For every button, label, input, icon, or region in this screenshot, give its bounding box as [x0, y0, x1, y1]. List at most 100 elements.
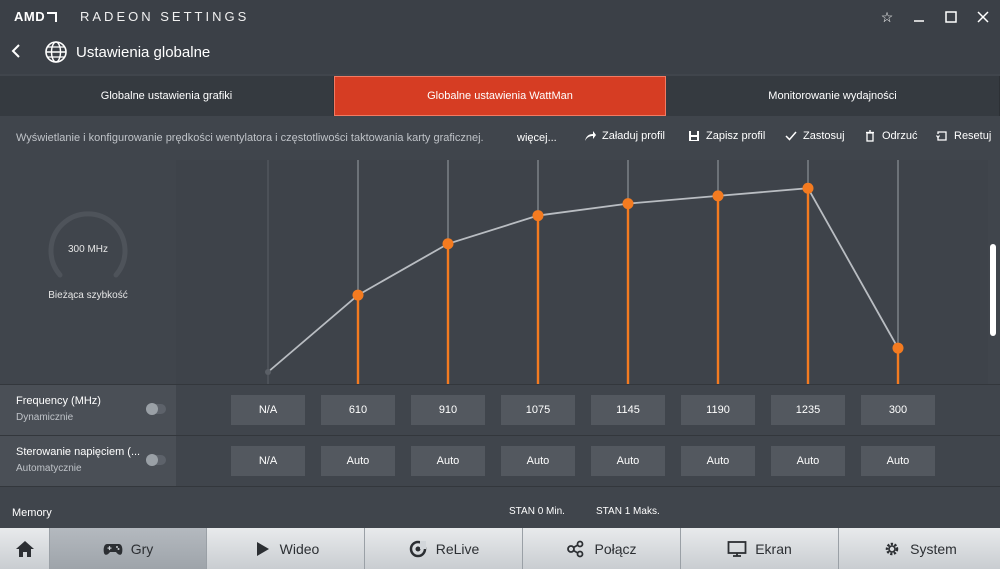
frequency-chart[interactable] — [176, 160, 988, 384]
chart-point — [352, 289, 364, 301]
current-speed-panel: 300 MHz Bieżąca szybkość — [0, 160, 176, 384]
gamepad-icon — [103, 543, 123, 555]
page-title: Ustawienia globalne — [76, 44, 211, 61]
load-profile-button[interactable]: Załaduj profil — [584, 130, 665, 142]
more-link[interactable]: więcej... — [517, 132, 557, 144]
chart-point — [532, 210, 544, 222]
memory-state-0: STAN 0 Min. — [509, 506, 565, 517]
gauge-value: 300 MHz — [67, 244, 108, 255]
chart-point — [622, 198, 634, 210]
wattman-description: Wyświetlanie i konfigurowanie prędkości … — [16, 132, 484, 144]
amd-logo: AMD — [14, 9, 58, 24]
voltage-cell[interactable]: Auto — [681, 446, 755, 476]
trash-icon — [866, 130, 874, 142]
frequency-cell[interactable]: 1075 — [501, 395, 575, 425]
frequency-cell[interactable]: N/A — [231, 395, 305, 425]
voltage-cell[interactable]: N/A — [231, 446, 305, 476]
voltage-cell[interactable]: Auto — [861, 446, 935, 476]
connect-icon — [567, 540, 584, 557]
nav-video-label: Wideo — [279, 540, 320, 557]
frequency-cell[interactable]: 610 — [321, 395, 395, 425]
frequency-cell[interactable]: 1235 — [771, 395, 845, 425]
minimize-button[interactable] — [908, 6, 930, 28]
discard-button[interactable]: Odrzuć — [864, 130, 917, 142]
frequency-cell[interactable]: 1190 — [681, 395, 755, 425]
chart-point — [712, 190, 724, 202]
app-title: RADEON SETTINGS — [80, 9, 250, 24]
frequency-values: N/A 610 910 1075 1145 1190 1235 300 — [176, 385, 988, 435]
frequency-row: Frequency (MHz) Dynamicznie N/A 610 910 … — [0, 384, 1000, 435]
voltage-cell[interactable]: Auto — [321, 446, 395, 476]
nav-relive[interactable]: ReLive — [365, 528, 523, 569]
frequency-chart-svg — [265, 160, 904, 384]
nav-games[interactable]: Gry — [50, 528, 207, 569]
frequency-mode: Dynamicznie — [16, 412, 74, 423]
bottom-navigation: Gry Wideo ReLive Połącz Ekran System — [0, 528, 1000, 569]
nav-relive-label: ReLive — [435, 540, 480, 557]
frequency-row-header: Frequency (MHz) Dynamicznie — [0, 385, 176, 435]
tab-global-graphics[interactable]: Globalne ustawienia grafiki — [0, 76, 334, 116]
amd-arrow-icon — [47, 11, 58, 22]
nav-display[interactable]: Ekran — [681, 528, 839, 569]
monitor-icon — [727, 540, 747, 557]
nav-connect-label: Połącz — [594, 540, 637, 557]
voltage-cell[interactable]: Auto — [411, 446, 485, 476]
memory-title: Memory — [12, 507, 52, 519]
nav-system-label: System — [910, 540, 957, 557]
close-button[interactable] — [972, 6, 994, 28]
reset-button[interactable]: Resetuj — [936, 130, 991, 142]
maximize-button[interactable] — [940, 6, 962, 28]
frequency-cell[interactable]: 300 — [861, 395, 935, 425]
chart-point — [892, 342, 904, 354]
check-icon — [785, 131, 797, 141]
vertical-scrollbar[interactable] — [990, 244, 996, 336]
voltage-cell[interactable]: Auto — [501, 446, 575, 476]
nav-home[interactable] — [0, 528, 50, 569]
back-button[interactable] — [10, 42, 22, 65]
gauge-label: Bieżąca szybkość — [48, 290, 128, 301]
voltage-row: Sterowanie napięciem (... Automatycznie … — [0, 435, 1000, 486]
gear-icon — [885, 542, 899, 555]
save-icon — [689, 131, 699, 141]
nav-connect[interactable]: Połącz — [523, 528, 681, 569]
nav-system[interactable]: System — [839, 528, 1000, 569]
save-profile-button[interactable]: Zapisz profil — [688, 130, 765, 142]
apply-button[interactable]: Zastosuj — [785, 130, 845, 142]
voltage-values: N/A Auto Auto Auto Auto Auto Auto Auto — [176, 436, 988, 486]
voltage-title: Sterowanie napięciem (... — [16, 446, 141, 458]
page-header: Ustawienia globalne — [0, 34, 1000, 74]
globe-icon — [45, 41, 67, 63]
reset-icon — [936, 131, 947, 141]
reset-label: Resetuj — [954, 130, 992, 142]
memory-state-1: STAN 1 Maks. — [596, 506, 660, 517]
title-bar: AMD RADEON SETTINGS ☆ — [0, 0, 1000, 34]
tab-performance-monitoring[interactable]: Monitorowanie wydajności — [666, 76, 1000, 116]
relive-icon — [409, 540, 426, 557]
load-profile-label: Załaduj profil — [602, 130, 665, 142]
load-profile-icon — [585, 131, 596, 141]
apply-label: Zastosuj — [803, 130, 845, 142]
frequency-cell[interactable]: 910 — [411, 395, 485, 425]
nav-display-label: Ekran — [755, 540, 792, 557]
chart-point-disabled — [265, 369, 271, 375]
minimize-icon — [914, 20, 924, 22]
sub-toolbar: Wyświetlanie i konfigurowanie prędkości … — [0, 118, 1000, 158]
save-profile-label: Zapisz profil — [706, 130, 766, 142]
close-icon — [977, 11, 989, 23]
frequency-toggle[interactable] — [146, 403, 166, 415]
memory-row: Memory STAN 0 Min. STAN 1 Maks. — [0, 486, 1000, 528]
voltage-toggle[interactable] — [146, 454, 166, 466]
play-icon — [256, 541, 269, 556]
frequency-title: Frequency (MHz) — [16, 395, 101, 407]
home-icon — [15, 540, 34, 557]
voltage-mode: Automatycznie — [16, 463, 82, 474]
voltage-row-header: Sterowanie napięciem (... Automatycznie — [0, 436, 176, 486]
frequency-cell[interactable]: 1145 — [591, 395, 665, 425]
radeon-settings-window: AMD RADEON SETTINGS ☆ Ustawienia globaln… — [0, 0, 1000, 569]
nav-video[interactable]: Wideo — [207, 528, 365, 569]
voltage-cell[interactable]: Auto — [591, 446, 665, 476]
maximize-icon — [945, 11, 957, 23]
favorite-star-icon[interactable]: ☆ — [876, 6, 898, 28]
tab-global-wattman[interactable]: Globalne ustawienia WattMan — [334, 76, 666, 116]
voltage-cell[interactable]: Auto — [771, 446, 845, 476]
